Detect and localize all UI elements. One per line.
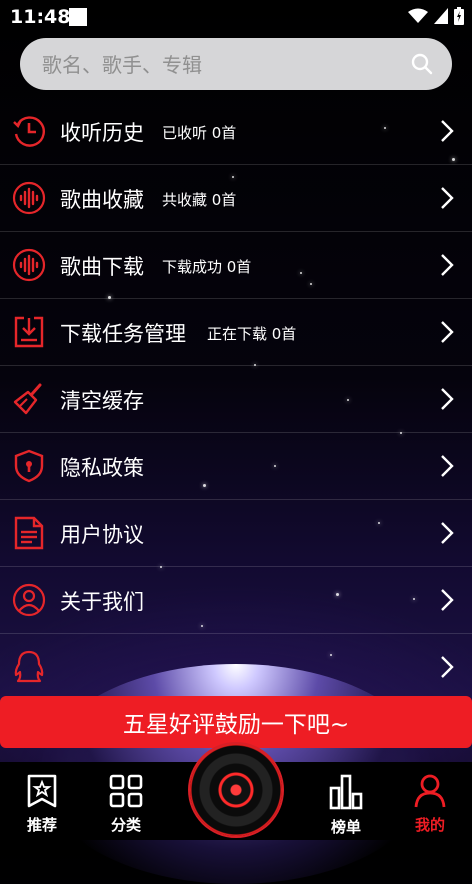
menu-item-subtitle: 共收藏 0首: [162, 191, 237, 209]
menu-item-subtitle: 已收听 0首: [162, 124, 237, 142]
menu-item-qq[interactable]: [0, 634, 472, 701]
menu-item-about-us[interactable]: 关于我们: [0, 567, 472, 634]
menu-item-subtitle: 下载成功 0首: [162, 258, 252, 276]
menu-item-title: 隐私政策: [60, 456, 144, 480]
tab-recommend[interactable]: 推荐: [12, 774, 72, 835]
status-bar: 11:48: [0, 0, 472, 34]
search-icon[interactable]: [410, 52, 434, 76]
sound-wave-icon: [12, 248, 46, 282]
star-book-icon: [27, 774, 57, 808]
history-clock-icon: [13, 116, 45, 147]
status-time: 11:48: [10, 6, 71, 28]
chevron-right-icon: [441, 187, 454, 209]
tab-label: 榜单: [330, 818, 361, 836]
rate-app-banner[interactable]: 五星好评鼓励一下吧~: [0, 696, 472, 748]
document-icon: [14, 516, 44, 550]
menu-item-title: 歌曲收藏: [60, 188, 144, 212]
signal-icon: [434, 8, 448, 24]
chevron-right-icon: [441, 388, 454, 410]
menu-item-download-tasks[interactable]: 下载任务管理 正在下载 0首: [0, 299, 472, 366]
chevron-right-icon: [441, 522, 454, 544]
menu-item-subtitle: 正在下载 0首: [207, 325, 297, 343]
tab-charts[interactable]: 榜单: [316, 774, 376, 837]
menu-item-title: 关于我们: [60, 590, 144, 614]
menu-item-privacy-policy[interactable]: 隐私政策: [0, 433, 472, 500]
wifi-icon: [408, 8, 428, 23]
broom-icon: [13, 383, 42, 415]
notification-icon: [69, 8, 87, 26]
qq-penguin-icon: [14, 650, 44, 683]
menu-item-clear-cache[interactable]: 清空缓存: [0, 366, 472, 433]
menu-item-title: 歌曲下载: [60, 255, 144, 279]
grid-icon: [109, 774, 143, 808]
menu-item-history[interactable]: 收听历史 已收听 0首: [0, 98, 472, 165]
user-circle-icon: [12, 583, 46, 617]
search-input[interactable]: [40, 38, 384, 92]
chevron-right-icon: [441, 120, 454, 142]
search-bar[interactable]: [20, 38, 452, 92]
tab-label: 我的: [414, 816, 445, 834]
chevron-right-icon: [441, 321, 454, 343]
download-tray-icon: [14, 316, 44, 348]
menu-item-favorites[interactable]: 歌曲收藏 共收藏 0首: [0, 165, 472, 232]
status-icons: [408, 7, 464, 25]
chart-bars-icon: [329, 774, 363, 810]
tab-mine[interactable]: 我的: [400, 774, 460, 835]
chevron-right-icon: [441, 656, 454, 678]
battery-icon: [454, 7, 464, 25]
chevron-right-icon: [441, 455, 454, 477]
tab-label: 推荐: [26, 816, 57, 834]
tab-categories[interactable]: 分类: [96, 774, 156, 835]
menu-item-title: 用户协议: [60, 523, 144, 547]
settings-menu: 收听历史 已收听 0首 歌曲收藏 共收藏 0首 歌曲下载 下载成功 0首 下载任…: [0, 98, 472, 701]
menu-item-title: 下载任务管理: [60, 322, 186, 346]
now-playing-disc[interactable]: [190, 744, 282, 836]
chevron-right-icon: [441, 254, 454, 276]
menu-item-title: 清空缓存: [60, 389, 144, 413]
sound-wave-icon: [12, 181, 46, 215]
person-icon: [414, 774, 446, 808]
menu-item-title: 收听历史: [60, 121, 144, 145]
menu-item-user-agreement[interactable]: 用户协议: [0, 500, 472, 567]
shield-lock-icon: [14, 449, 44, 483]
menu-item-downloads[interactable]: 歌曲下载 下载成功 0首: [0, 232, 472, 299]
tab-label: 分类: [110, 816, 141, 834]
chevron-right-icon: [441, 589, 454, 611]
